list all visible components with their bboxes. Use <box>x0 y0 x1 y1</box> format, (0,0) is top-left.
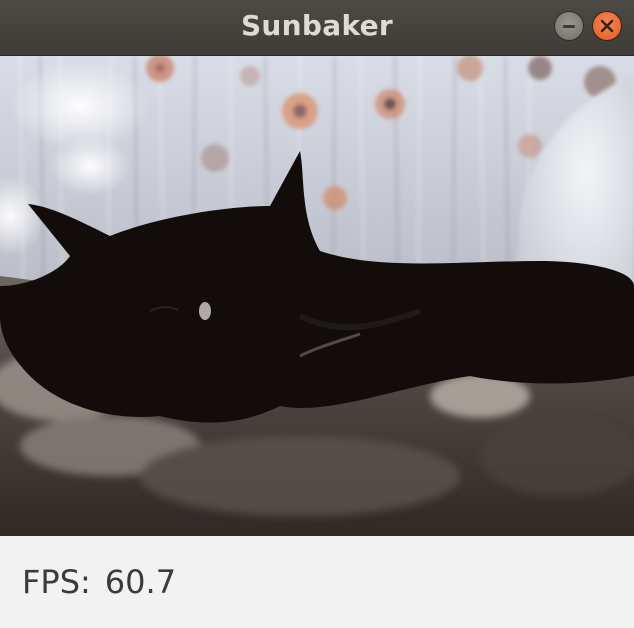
status-bar: FPS: 60.7 <box>0 536 634 628</box>
close-icon <box>600 19 614 33</box>
fps-label: FPS: <box>22 563 91 601</box>
fps-readout: FPS: 60.7 <box>22 562 176 602</box>
minimize-icon <box>563 25 575 28</box>
app-window: Sunbaker FPS: 60.7 <box>0 0 634 628</box>
close-button[interactable] <box>592 11 622 41</box>
cat-video-image <box>0 56 634 536</box>
video-frame <box>0 56 634 536</box>
window-title: Sunbaker <box>240 9 394 42</box>
title-bar[interactable]: Sunbaker <box>0 0 634 56</box>
minimize-button[interactable] <box>554 11 584 41</box>
fps-value: 60.7 <box>104 563 177 601</box>
